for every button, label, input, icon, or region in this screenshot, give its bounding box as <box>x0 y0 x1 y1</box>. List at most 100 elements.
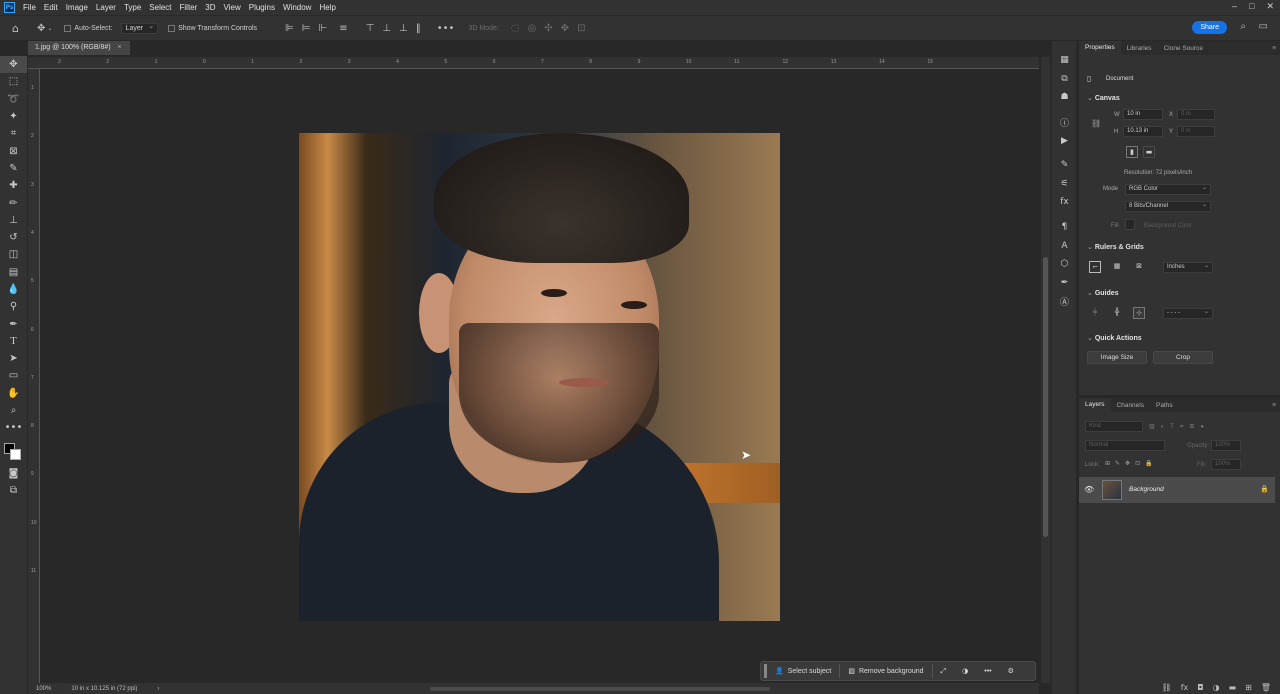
close-window-button[interactable]: ✕ <box>1266 1 1274 12</box>
actions-panel-icon[interactable]: ▶ <box>1052 131 1077 150</box>
rulers-grids-section-title[interactable]: Rulers & Grids <box>1087 243 1144 251</box>
tab-clone-source[interactable]: Clone Source <box>1158 45 1209 52</box>
move-tool-icon[interactable]: ✥ <box>0 56 27 74</box>
ruler-toggle-icon[interactable]: ⌐ <box>1089 261 1101 273</box>
styles-fx-icon[interactable]: fx <box>1052 193 1077 212</box>
layer-filter-kind[interactable]: Kind <box>1085 421 1143 432</box>
guides-show-icon[interactable]: ╪ <box>1089 307 1101 319</box>
distribute-icon[interactable]: ≡ <box>339 23 347 34</box>
lasso-tool-icon[interactable]: ➰ <box>0 91 27 108</box>
3d-panel-icon[interactable]: ⬡ <box>1052 255 1077 274</box>
opacity-field[interactable]: 100% <box>1211 440 1241 451</box>
brush-tool-icon[interactable]: ✏ <box>0 194 27 211</box>
units-dropdown[interactable]: Inches <box>1163 262 1213 273</box>
layer-name[interactable]: Background <box>1129 486 1164 493</box>
transform-controls-checkbox[interactable] <box>168 24 176 32</box>
fill-opacity-field[interactable]: 100% <box>1211 459 1241 470</box>
history-panel-icon[interactable]: ▦ <box>1052 51 1077 70</box>
menu-layer[interactable]: Layer <box>96 3 116 12</box>
adjustment-icon[interactable]: ◑ <box>954 667 976 675</box>
guide-style-dropdown[interactable]: - - - - <box>1163 308 1213 319</box>
mode-dropdown[interactable]: RGB Color <box>1125 184 1211 195</box>
adjustments-panel-icon[interactable]: ⧉ <box>1052 70 1077 89</box>
libraries-panel-icon[interactable]: ☗ <box>1052 88 1077 107</box>
blend-mode-dropdown[interactable]: Normal <box>1085 440 1165 451</box>
select-subject-button[interactable]: 👤 Select subject <box>767 667 839 675</box>
add-mask-icon[interactable]: ◘ <box>1197 683 1203 692</box>
background-color-swatch[interactable] <box>10 448 21 460</box>
zoom-tool-icon[interactable]: ⌕ <box>0 402 27 419</box>
rectangle-tool-icon[interactable]: ▭ <box>0 367 27 384</box>
properties-adjust-icon[interactable]: ⚟ <box>1052 175 1077 194</box>
align-top-icon[interactable]: ⊤ <box>366 23 375 34</box>
crop-tool-icon[interactable]: ⌗ <box>0 125 27 142</box>
more-icon[interactable]: ••• <box>976 668 999 675</box>
quick-actions-section-title[interactable]: Quick Actions <box>1087 334 1142 342</box>
3d-pan-icon[interactable]: ✣ <box>544 23 552 34</box>
portrait-orientation-icon[interactable]: ▮ <box>1126 146 1138 158</box>
menu-view[interactable]: View <box>224 3 241 12</box>
3d-scale-icon[interactable]: ⊡ <box>577 23 585 34</box>
gradient-tool-icon[interactable]: ▤ <box>0 264 27 281</box>
screen-mode-icon[interactable]: ⧉ <box>0 482 27 499</box>
transform-icon[interactable]: ⤢ <box>933 667 955 676</box>
menu-edit[interactable]: Edit <box>44 3 58 12</box>
auto-select-dropdown[interactable]: Layer <box>120 22 159 34</box>
layer-row[interactable]: 👁 Background 🔒 <box>1079 477 1275 503</box>
marquee-tool-icon[interactable]: ⬚ <box>0 73 27 90</box>
tool-preset-chevron-icon[interactable]: ⌄ <box>47 25 52 32</box>
align-left-icon[interactable]: ⊫ <box>285 23 294 34</box>
magic-wand-tool-icon[interactable]: ✦ <box>0 108 27 125</box>
character-icon[interactable]: A <box>1052 236 1077 255</box>
minimize-button[interactable]: – <box>1232 1 1237 12</box>
layers-menu-icon[interactable]: ≡ <box>1272 402 1276 409</box>
menu-select[interactable]: Select <box>149 3 171 12</box>
more-options-icon[interactable]: ••• <box>437 23 455 34</box>
distribute-v-icon[interactable]: ‖ <box>416 23 421 34</box>
layer-lock-icon[interactable]: 🔒 <box>1260 485 1269 493</box>
share-button[interactable]: Share <box>1192 21 1227 34</box>
history-brush-tool-icon[interactable]: ↺ <box>0 229 27 246</box>
zoom-level[interactable]: 100% <box>36 686 51 692</box>
x-field[interactable]: 0 in <box>1177 109 1215 120</box>
settings-icon[interactable]: ⚙ <box>1000 667 1022 675</box>
link-layers-icon[interactable]: ⛓ <box>1162 683 1172 692</box>
menu-file[interactable]: File <box>23 3 36 12</box>
paragraph-icon[interactable]: ¶ <box>1052 218 1077 237</box>
brush-settings-icon[interactable]: ✎ <box>1052 156 1077 175</box>
tab-channels[interactable]: Channels <box>1111 402 1150 409</box>
workspace-icon[interactable]: ▭ <box>1259 21 1268 32</box>
lock-icons[interactable]: ⊞✎✥⊡🔒 <box>1105 460 1158 467</box>
align-right-icon[interactable]: ⊩ <box>318 23 327 34</box>
guides-section-title[interactable]: Guides <box>1087 289 1119 297</box>
menu-help[interactable]: Help <box>319 3 335 12</box>
maximize-button[interactable]: □ <box>1249 1 1254 12</box>
crop-button[interactable]: Crop <box>1153 351 1213 364</box>
document-image[interactable] <box>299 133 780 621</box>
height-field[interactable]: 10.13 in <box>1123 126 1163 137</box>
close-tab-icon[interactable]: × <box>118 44 122 51</box>
paths-pen-icon[interactable]: ✒ <box>1052 274 1077 293</box>
horizontal-scrollbar[interactable] <box>430 687 770 691</box>
clone-stamp-tool-icon[interactable]: ⊥ <box>0 212 27 229</box>
search-icon[interactable]: ⌕ <box>1240 21 1246 32</box>
quick-mask-icon[interactable]: ◙ <box>0 465 27 482</box>
home-icon[interactable]: ⌂ <box>12 22 19 35</box>
menu-type[interactable]: Type <box>124 3 141 12</box>
width-field[interactable]: 10 in <box>1123 109 1163 120</box>
dodge-tool-icon[interactable]: ⚲ <box>0 298 27 315</box>
guides-lock-icon[interactable]: ╬ <box>1111 307 1123 319</box>
3d-roll-icon[interactable]: ◎ <box>528 23 537 34</box>
type-tool-icon[interactable]: T <box>0 333 27 350</box>
edit-toolbar-icon[interactable]: ••• <box>0 419 27 436</box>
align-bottom-icon[interactable]: ⊥ <box>399 23 408 34</box>
hand-tool-icon[interactable]: ✋ <box>0 385 27 402</box>
bit-depth-dropdown[interactable]: 8 Bits/Channel <box>1125 201 1211 212</box>
tab-libraries[interactable]: Libraries <box>1121 45 1158 52</box>
y-field[interactable]: 0 in <box>1177 126 1215 137</box>
eraser-tool-icon[interactable]: ◫ <box>0 246 27 263</box>
menu-3d[interactable]: 3D <box>205 3 215 12</box>
pixel-grid-icon[interactable]: ⊠ <box>1133 261 1145 273</box>
menu-filter[interactable]: Filter <box>180 3 198 12</box>
fill-swatch[interactable] <box>1125 219 1135 230</box>
